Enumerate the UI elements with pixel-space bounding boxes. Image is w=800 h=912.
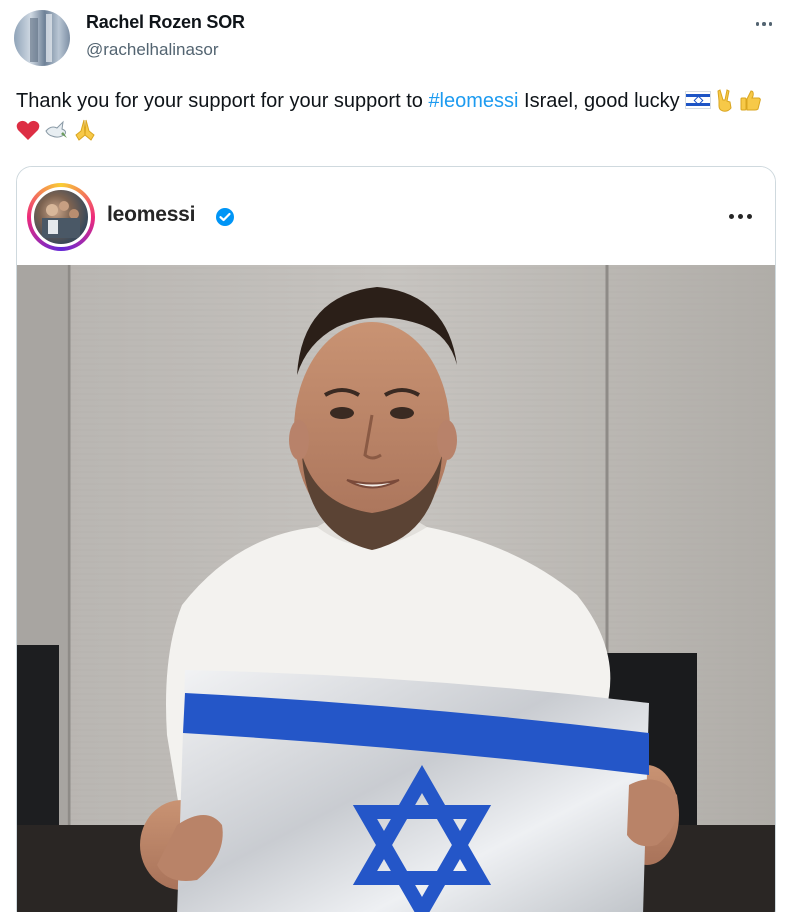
more-options-button[interactable] [748, 10, 780, 38]
more-dot-icon [737, 213, 743, 219]
dove-icon [45, 120, 67, 138]
author-display-name[interactable]: Rachel Rozen SOR [86, 12, 245, 33]
instagram-more-button[interactable] [723, 205, 757, 227]
instagram-post-header: leomessi [17, 167, 775, 265]
post-photo[interactable] [17, 265, 775, 912]
tweet-text-part2: Israel, good lucky [518, 90, 686, 112]
more-dot-icon [728, 213, 734, 219]
author-handle[interactable]: @rachelhalinasor [86, 40, 219, 60]
tweet-text-part1: Thank you for your support for your supp… [16, 90, 429, 112]
instagram-avatar [31, 187, 91, 247]
hashtag-link[interactable]: #leomessi [428, 90, 518, 112]
verified-badge-icon [216, 208, 234, 226]
thumbs-up-icon [740, 90, 762, 111]
more-dot-icon [746, 213, 752, 219]
instagram-username[interactable]: leomessi [107, 203, 195, 227]
israel-flag-icon [685, 90, 712, 109]
folded-hands-icon [75, 119, 95, 141]
more-dot-icon [755, 22, 760, 26]
instagram-story-ring[interactable] [27, 183, 95, 251]
red-heart-icon [16, 120, 40, 140]
more-dot-icon [762, 22, 766, 26]
victory-hand-icon [717, 88, 732, 112]
more-dot-icon [768, 22, 773, 26]
author-avatar[interactable] [14, 10, 70, 66]
embedded-instagram-post[interactable]: leomessi [16, 166, 776, 912]
tweet-text: Thank you for your support for your supp… [16, 86, 776, 146]
tweet-header: Rachel Rozen SOR @rachelhalinasor [0, 0, 800, 80]
